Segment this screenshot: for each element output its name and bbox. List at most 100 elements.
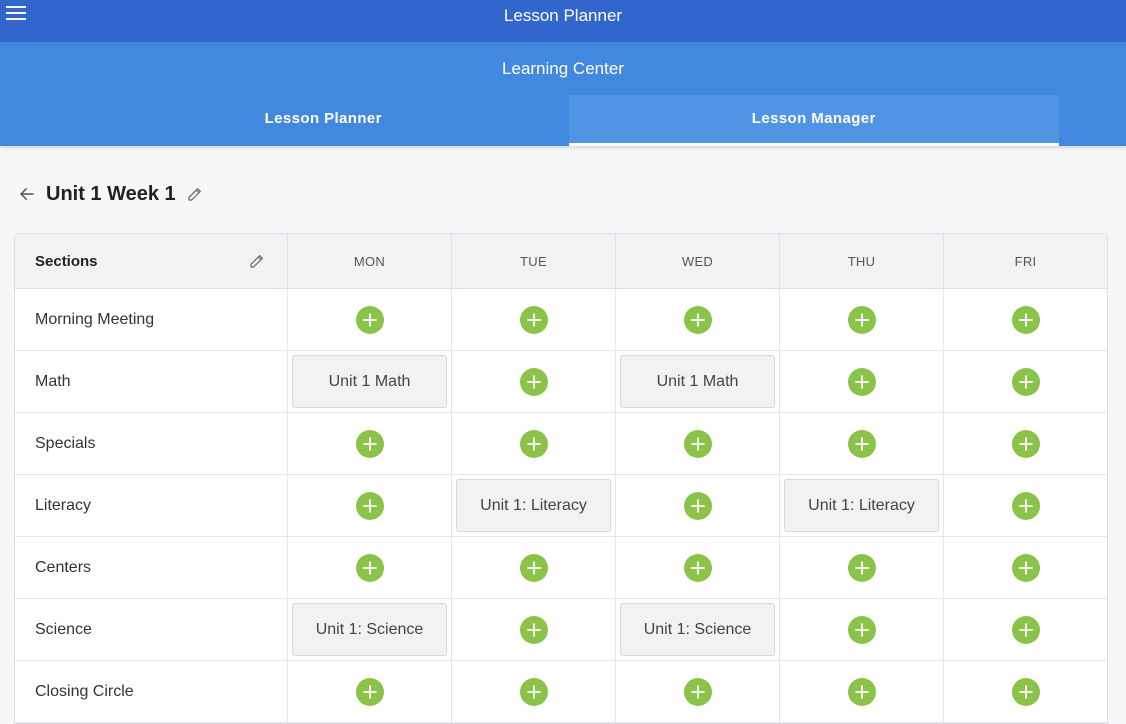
tab-lesson-manager[interactable]: Lesson Manager	[568, 95, 1059, 146]
day-cell	[944, 289, 1107, 350]
plus-icon	[854, 374, 869, 389]
menu-icon[interactable]	[6, 6, 28, 22]
day-cell	[452, 599, 616, 660]
section-label: Specials	[15, 413, 288, 474]
day-cell	[452, 661, 616, 722]
plus-icon	[854, 622, 869, 637]
tab-bar: Lesson Planner Lesson Manager	[78, 95, 1059, 146]
day-cell: Unit 1: Science	[616, 599, 780, 660]
lesson-card[interactable]: Unit 1: Science	[620, 603, 775, 656]
day-header-wed: WED	[616, 234, 780, 288]
plus-icon	[526, 312, 541, 327]
plus-icon	[526, 436, 541, 451]
tab-lesson-planner[interactable]: Lesson Planner	[78, 95, 569, 146]
add-lesson-button[interactable]	[1011, 677, 1040, 706]
lesson-card[interactable]: Unit 1: Science	[292, 603, 447, 656]
week-title: Unit 1 Week 1	[46, 182, 176, 205]
table-row: Math Unit 1 Math Unit 1 Math	[15, 351, 1107, 413]
add-lesson-button[interactable]	[355, 305, 384, 334]
sections-header-label: Sections	[35, 252, 98, 270]
plus-icon	[1018, 312, 1033, 327]
add-lesson-button[interactable]	[1011, 491, 1040, 520]
lesson-card[interactable]: Unit 1: Literacy	[784, 479, 939, 532]
add-lesson-button[interactable]	[519, 553, 548, 582]
day-cell	[780, 537, 944, 598]
add-lesson-button[interactable]	[519, 615, 548, 644]
table-row: Morning Meeting	[15, 289, 1107, 351]
add-lesson-button[interactable]	[355, 491, 384, 520]
table-row: Science Unit 1: Science Unit 1: Science	[15, 599, 1107, 661]
section-label: Math	[15, 351, 288, 412]
plus-icon	[1018, 436, 1033, 451]
day-cell	[780, 413, 944, 474]
day-cell	[452, 289, 616, 350]
add-lesson-button[interactable]	[683, 553, 712, 582]
plus-icon	[1018, 684, 1033, 699]
plus-icon	[362, 498, 377, 513]
day-header-thu: THU	[780, 234, 944, 288]
section-label: Literacy	[15, 475, 288, 536]
add-lesson-button[interactable]	[847, 677, 876, 706]
lesson-card[interactable]: Unit 1 Math	[292, 355, 447, 408]
lesson-grid: Sections MON TUE WED THU FRI Morning Mee…	[14, 233, 1108, 724]
add-lesson-button[interactable]	[355, 677, 384, 706]
add-lesson-button[interactable]	[355, 553, 384, 582]
day-cell: Unit 1: Science	[288, 599, 452, 660]
day-cell	[616, 661, 780, 722]
add-lesson-button[interactable]	[847, 367, 876, 396]
add-lesson-button[interactable]	[519, 429, 548, 458]
day-cell	[288, 289, 452, 350]
arrow-left-icon[interactable]	[18, 185, 36, 203]
add-lesson-button[interactable]	[847, 615, 876, 644]
add-lesson-button[interactable]	[519, 367, 548, 396]
section-label: Morning Meeting	[15, 289, 288, 350]
add-lesson-button[interactable]	[847, 429, 876, 458]
app-bar: Lesson Planner	[0, 0, 1126, 42]
subheader-title: Learning Center	[502, 59, 624, 78]
day-cell	[944, 599, 1107, 660]
day-cell	[288, 475, 452, 536]
plus-icon	[690, 684, 705, 699]
add-lesson-button[interactable]	[1011, 615, 1040, 644]
tab-label: Lesson Planner	[264, 110, 382, 127]
day-cell	[452, 537, 616, 598]
day-cell	[780, 351, 944, 412]
plus-icon	[1018, 560, 1033, 575]
add-lesson-button[interactable]	[519, 305, 548, 334]
plus-icon	[526, 374, 541, 389]
plus-icon	[854, 684, 869, 699]
add-lesson-button[interactable]	[847, 553, 876, 582]
add-lesson-button[interactable]	[1011, 429, 1040, 458]
add-lesson-button[interactable]	[683, 429, 712, 458]
day-cell	[780, 661, 944, 722]
plus-icon	[362, 312, 377, 327]
day-cell: Unit 1 Math	[616, 351, 780, 412]
table-row: Closing Circle	[15, 661, 1107, 723]
day-cell	[452, 413, 616, 474]
add-lesson-button[interactable]	[683, 677, 712, 706]
day-cell	[452, 351, 616, 412]
add-lesson-button[interactable]	[1011, 305, 1040, 334]
pencil-icon[interactable]	[249, 253, 265, 269]
sections-header: Sections	[15, 234, 288, 288]
day-cell	[616, 289, 780, 350]
add-lesson-button[interactable]	[683, 305, 712, 334]
add-lesson-button[interactable]	[1011, 553, 1040, 582]
day-cell	[288, 537, 452, 598]
lesson-card[interactable]: Unit 1 Math	[620, 355, 775, 408]
plus-icon	[526, 560, 541, 575]
add-lesson-button[interactable]	[683, 491, 712, 520]
add-lesson-button[interactable]	[355, 429, 384, 458]
plus-icon	[690, 312, 705, 327]
plus-icon	[1018, 622, 1033, 637]
add-lesson-button[interactable]	[519, 677, 548, 706]
add-lesson-button[interactable]	[1011, 367, 1040, 396]
app-title: Lesson Planner	[503, 6, 623, 25]
day-cell: Unit 1: Literacy	[452, 475, 616, 536]
add-lesson-button[interactable]	[847, 305, 876, 334]
day-cell	[288, 661, 452, 722]
day-cell	[288, 413, 452, 474]
plus-icon	[854, 560, 869, 575]
pencil-icon[interactable]	[187, 186, 203, 202]
lesson-card[interactable]: Unit 1: Literacy	[456, 479, 611, 532]
